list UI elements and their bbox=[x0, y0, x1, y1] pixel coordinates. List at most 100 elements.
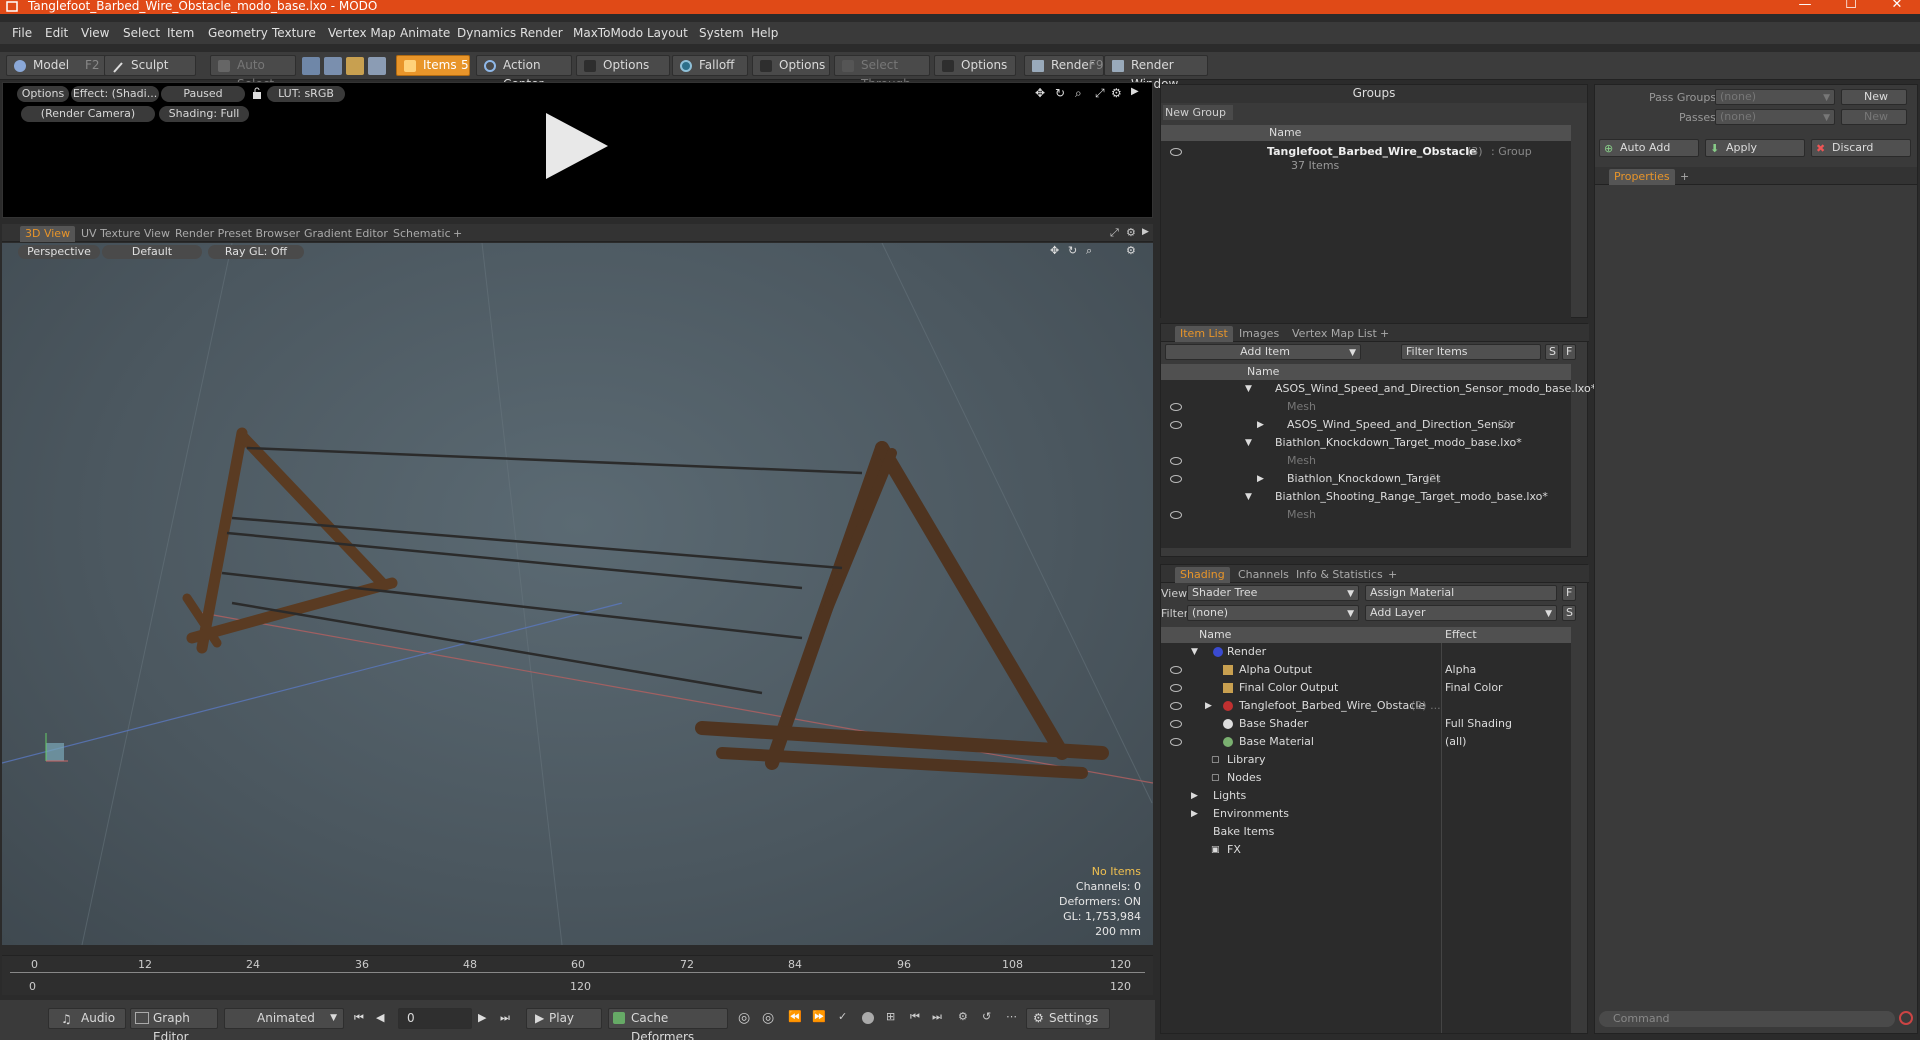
shader-row[interactable]: ▢ Library bbox=[1161, 751, 1571, 769]
visibility-eye-icon[interactable] bbox=[1170, 684, 1182, 692]
action-center-button[interactable]: Action Center bbox=[476, 55, 572, 91]
add-tab-button-4[interactable]: + bbox=[1675, 169, 1694, 185]
render-window-button[interactable]: Render Window bbox=[1104, 55, 1208, 91]
menu-animate[interactable]: Animate bbox=[400, 26, 450, 40]
viewport-rotate-icon[interactable]: ↻ bbox=[1068, 244, 1077, 257]
render-button[interactable]: Render F9 bbox=[1024, 55, 1104, 76]
options-icon-4[interactable]: ⋯ bbox=[1006, 1010, 1017, 1023]
viewport-zoom-icon[interactable]: ⌕ bbox=[1086, 244, 1092, 258]
zoom-icon[interactable]: ⌕ bbox=[1075, 86, 1082, 101]
move-icon[interactable]: ✥ bbox=[1035, 86, 1045, 100]
list-item[interactable]: Mesh bbox=[1161, 398, 1571, 416]
tab-3d-view[interactable]: 3D View bbox=[20, 226, 76, 242]
shading-f-button[interactable]: F bbox=[1562, 585, 1576, 601]
items-mode-button[interactable]: Items 5 bbox=[396, 55, 470, 76]
3d-viewport[interactable]: Perspective Default Ray GL: Off ✥ ↻ ⌕ ⚙ … bbox=[2, 243, 1153, 945]
gear-icon[interactable]: ⚙ bbox=[1111, 86, 1122, 100]
select-through-options-button[interactable]: Options bbox=[934, 55, 1016, 76]
viewport-gear-icon[interactable]: ⚙ bbox=[1126, 244, 1136, 257]
add-tab-button-2[interactable]: + bbox=[1375, 326, 1394, 342]
menu-view[interactable]: View bbox=[81, 26, 109, 40]
next-key-icon[interactable]: ⏩ bbox=[812, 1010, 826, 1023]
visibility-eye-icon[interactable] bbox=[1170, 148, 1182, 156]
lock-icon[interactable] bbox=[251, 87, 263, 99]
key-all-icon[interactable]: ◎ bbox=[762, 1010, 774, 1026]
menu-item[interactable]: Item bbox=[167, 26, 194, 40]
new-group-button[interactable]: New Group bbox=[1163, 105, 1233, 120]
tab-properties[interactable]: Properties bbox=[1609, 169, 1675, 185]
command-input[interactable]: Command bbox=[1599, 1011, 1895, 1027]
filter-f-button[interactable]: F bbox=[1562, 344, 1576, 360]
tab-item-list[interactable]: Item List bbox=[1175, 326, 1233, 342]
menu-select[interactable]: Select bbox=[123, 26, 160, 40]
tab-vertex-map-list[interactable]: Vertex Map List bbox=[1287, 326, 1382, 342]
shader-row[interactable]: ▶ Lights bbox=[1161, 787, 1571, 805]
menu-file[interactable]: File bbox=[12, 26, 32, 40]
expand-arrow-icon[interactable]: ▶ bbox=[1131, 86, 1139, 97]
filter-s-button[interactable]: S bbox=[1545, 344, 1559, 360]
passes-dropdown[interactable]: (none) ▼ bbox=[1715, 109, 1835, 125]
view-dropdown[interactable]: Shader Tree ▼ bbox=[1187, 585, 1359, 601]
tab-gradient-editor[interactable]: Gradient Editor bbox=[299, 226, 393, 242]
polygons-mode-icon[interactable] bbox=[346, 57, 364, 75]
step-back-icon[interactable]: ◀ bbox=[376, 1011, 384, 1024]
timeline[interactable]: 0 12 24 36 48 60 72 84 96 108 120 0 120 … bbox=[2, 955, 1153, 995]
visibility-eye-icon[interactable] bbox=[1170, 403, 1182, 411]
visibility-eye-icon[interactable] bbox=[1170, 720, 1182, 728]
cache-deformers-button[interactable]: Cache Deformers bbox=[608, 1008, 728, 1040]
prev-key-icon[interactable]: ⏪ bbox=[788, 1010, 802, 1023]
menu-maxtomodo[interactable]: MaxToModo bbox=[573, 26, 643, 40]
shader-effect[interactable]: Alpha bbox=[1445, 661, 1476, 679]
menu-vertex-map[interactable]: Vertex Map bbox=[328, 26, 396, 40]
add-item-dropdown[interactable]: Add Item ▼ bbox=[1165, 344, 1361, 360]
falloff-button[interactable]: Falloff bbox=[672, 55, 748, 76]
shader-row[interactable]: Base Material (all) bbox=[1161, 733, 1571, 751]
raygl-dropdown[interactable]: Ray GL: Off bbox=[208, 245, 304, 259]
jump-prev-icon[interactable]: ⏮ bbox=[910, 1010, 920, 1024]
visibility-eye-icon[interactable] bbox=[1170, 475, 1182, 483]
visibility-eye-icon[interactable] bbox=[1170, 666, 1182, 674]
maximize-icon[interactable]: ⤢ bbox=[1095, 86, 1105, 101]
frame-input[interactable]: 0 bbox=[398, 1008, 472, 1029]
step-forward-icon[interactable]: ▶ bbox=[478, 1011, 486, 1024]
action-center-options-button[interactable]: Options bbox=[576, 55, 670, 76]
new-pass-group-button[interactable]: New bbox=[1841, 89, 1907, 105]
default-dropdown[interactable]: Default bbox=[102, 245, 202, 259]
key-icon[interactable]: ◎ bbox=[738, 1010, 750, 1026]
list-item[interactable]: Mesh bbox=[1161, 452, 1571, 470]
check-icon[interactable]: ✓ bbox=[838, 1010, 847, 1023]
preview-paused-button[interactable]: Paused bbox=[161, 86, 245, 102]
filter-items-field[interactable]: Filter Items bbox=[1401, 344, 1541, 360]
tab-shading[interactable]: Shading bbox=[1175, 567, 1230, 583]
add-tab-button[interactable]: + bbox=[448, 226, 467, 242]
shader-row[interactable]: ▼ Render bbox=[1161, 643, 1571, 661]
falloff-options-button[interactable]: Options bbox=[752, 55, 830, 76]
visibility-eye-icon[interactable] bbox=[1170, 421, 1182, 429]
maximize-icon-2[interactable]: ⤢ bbox=[1110, 226, 1119, 240]
audio-button[interactable]: ♫ Audio bbox=[48, 1008, 126, 1029]
menu-edit[interactable]: Edit bbox=[45, 26, 68, 40]
shader-effect[interactable]: Full Shading bbox=[1445, 715, 1512, 733]
minimize-button[interactable]: — bbox=[1790, 0, 1820, 14]
vertices-mode-icon[interactable] bbox=[302, 57, 320, 75]
menu-texture[interactable]: Texture bbox=[272, 26, 316, 40]
visibility-eye-icon[interactable] bbox=[1170, 738, 1182, 746]
command-stop-icon[interactable] bbox=[1899, 1011, 1913, 1025]
list-item[interactable]: ▼ Biathlon_Knockdown_Target_modo_base.lxo… bbox=[1161, 434, 1571, 452]
gear-icon-2[interactable]: ⚙ bbox=[1126, 226, 1136, 239]
rotate-icon[interactable]: ↻ bbox=[1055, 86, 1065, 100]
shader-row[interactable]: ▣ FX bbox=[1161, 841, 1571, 859]
settings-button[interactable]: ⚙ Settings bbox=[1026, 1008, 1110, 1029]
menu-help[interactable]: Help bbox=[751, 26, 778, 40]
shading-s-button[interactable]: S bbox=[1562, 605, 1576, 621]
visibility-eye-icon[interactable] bbox=[1170, 511, 1182, 519]
skip-start-icon[interactable]: ⏮ bbox=[354, 1011, 364, 1025]
visibility-eye-icon[interactable] bbox=[1170, 702, 1182, 710]
animated-dropdown[interactable]: Animated ▼ bbox=[224, 1008, 344, 1029]
record-icon[interactable] bbox=[862, 1012, 874, 1024]
visibility-eye-icon[interactable] bbox=[1170, 457, 1182, 465]
play-button[interactable]: ▶ Play bbox=[526, 1008, 602, 1029]
skip-end-icon[interactable]: ⏭ bbox=[500, 1011, 510, 1025]
jump-next-icon[interactable]: ⏭ bbox=[932, 1010, 942, 1024]
loop-icon[interactable]: ↺ bbox=[982, 1010, 991, 1023]
